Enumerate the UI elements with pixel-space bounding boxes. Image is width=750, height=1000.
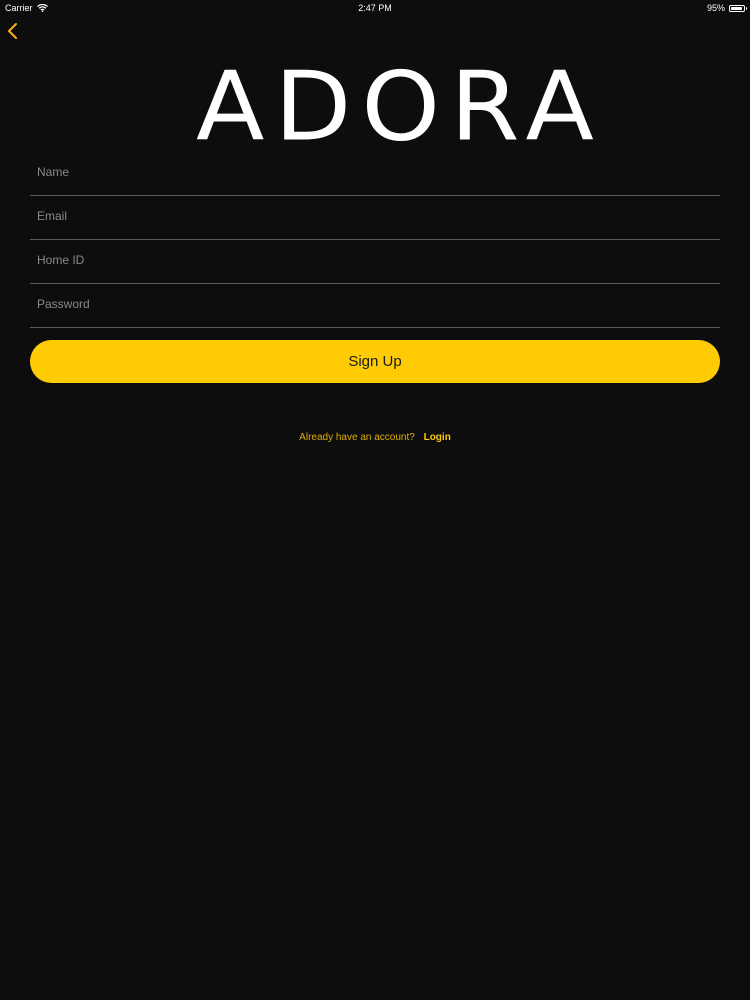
signup-form — [30, 152, 720, 328]
home-id-input[interactable] — [37, 250, 720, 270]
password-input[interactable] — [37, 294, 720, 314]
back-button[interactable] — [4, 20, 24, 42]
login-prompt-text: Already have an account? — [299, 432, 415, 443]
status-time: 2:47 PM — [358, 3, 392, 13]
name-input[interactable] — [37, 162, 720, 182]
name-field-row — [30, 152, 720, 196]
email-input[interactable] — [37, 206, 720, 226]
status-bar: Carrier 2:47 PM 95% — [0, 0, 750, 16]
password-field-row — [30, 284, 720, 328]
battery-icon — [729, 4, 747, 12]
home-id-field-row — [30, 240, 720, 284]
email-field-row — [30, 196, 720, 240]
logo-text: ADORA — [196, 50, 604, 163]
status-right: 95% — [706, 3, 747, 13]
signup-screen: Carrier 2:47 PM 95% ADORA Name Email Hom… — [0, 0, 750, 1000]
adora-logo: ADORA — [178, 48, 594, 158]
login-prompt: Already have an account? Login — [0, 432, 750, 443]
battery-percent: 95% — [706, 3, 725, 13]
sign-up-button[interactable]: Sign Up — [30, 340, 720, 383]
battery-fill — [731, 6, 743, 10]
chevron-left-icon — [8, 23, 17, 39]
login-link[interactable]: Login — [424, 432, 451, 443]
